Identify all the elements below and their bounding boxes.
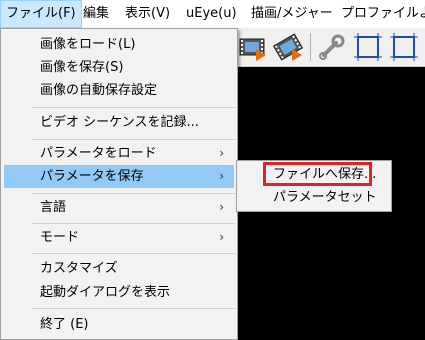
menu-separator xyxy=(32,107,235,108)
menu-edit[interactable]: 編集 xyxy=(78,0,114,28)
menu-item-show-startup-dialog[interactable]: 起動ダイアログを表示 xyxy=(4,281,234,304)
menu-separator xyxy=(32,253,235,254)
menu-profile[interactable]: プロファイル xyxy=(336,0,424,28)
menu-separator xyxy=(32,308,235,309)
file-menu: 画像をロード(L) 画像を保存(S) 画像の自動保存設定 ビデオ シーケンスを記… xyxy=(0,28,238,340)
menu-item-load-image[interactable]: 画像をロード(L) xyxy=(4,33,234,56)
chevron-right-icon: › xyxy=(219,200,224,214)
submenu-item-label: パラメータセット xyxy=(273,190,377,205)
menu-item-label: パラメータをロード xyxy=(40,146,157,161)
film-strip-icon[interactable] xyxy=(236,31,268,63)
film-strip-record-icon[interactable] xyxy=(272,31,304,63)
menu-item-label: パラメータを保存 xyxy=(40,169,144,184)
menu-item-label: 画像をロード(L) xyxy=(40,37,136,52)
wrench-icon[interactable] xyxy=(316,31,348,63)
menu-item-label: 画像の自動保存設定 xyxy=(40,83,158,98)
menu-item-save-image[interactable]: 画像を保存(S) xyxy=(4,56,234,79)
menu-item-auto-save-settings[interactable]: 画像の自動保存設定 xyxy=(4,79,234,102)
chevron-right-icon: › xyxy=(219,146,224,160)
menu-item-exit[interactable]: 終了 (E) xyxy=(4,313,234,336)
menu-item-label: モード xyxy=(40,230,80,245)
chevron-right-icon: › xyxy=(219,230,224,244)
menu-item-customize[interactable]: カスタマイズ xyxy=(4,257,234,280)
menu-separator xyxy=(32,139,235,140)
toolbar-separator xyxy=(310,33,311,61)
toolbar xyxy=(230,28,425,67)
menu-separator xyxy=(32,193,235,194)
menu-item-mode[interactable]: モード › xyxy=(4,226,234,249)
menu-bar: ファイル(F) 編集 表示(V) uEye(u) 描画/メジャー プロファイル … xyxy=(0,0,425,29)
menu-item-label: 言語 xyxy=(40,200,67,215)
menu-separator xyxy=(32,223,235,224)
menu-item-label: 終了 (E) xyxy=(40,317,89,332)
menu-view[interactable]: 表示(V) xyxy=(120,0,175,28)
menu-ueye[interactable]: uEye(u) xyxy=(181,0,242,28)
menu-item-label: 起動ダイアログを表示 xyxy=(40,285,171,300)
menu-item-label: ビデオ シーケンスを記録... xyxy=(40,115,199,130)
menu-file[interactable]: ファイル(F) xyxy=(0,0,82,28)
menu-item-label: 画像を保存(S) xyxy=(40,60,124,75)
frame-icon[interactable] xyxy=(352,31,384,63)
menu-item-save-parameters[interactable]: パラメータを保存 › xyxy=(4,165,234,188)
menu-item-record-video[interactable]: ビデオ シーケンスを記録... xyxy=(4,111,234,134)
menu-draw-measure[interactable]: 描画/メジャー xyxy=(246,0,338,28)
menu-item-language[interactable]: 言語 › xyxy=(4,196,234,219)
highlight-annotation-box xyxy=(263,162,372,186)
menu-item-label: カスタマイズ xyxy=(40,261,118,276)
frame-icon[interactable] xyxy=(388,31,420,63)
menu-more[interactable]: よ xyxy=(414,0,425,28)
chevron-right-icon: › xyxy=(219,169,224,183)
submenu-item-parameter-set[interactable]: パラメータセット xyxy=(240,187,388,209)
menu-item-load-parameters[interactable]: パラメータをロード › xyxy=(4,142,234,165)
